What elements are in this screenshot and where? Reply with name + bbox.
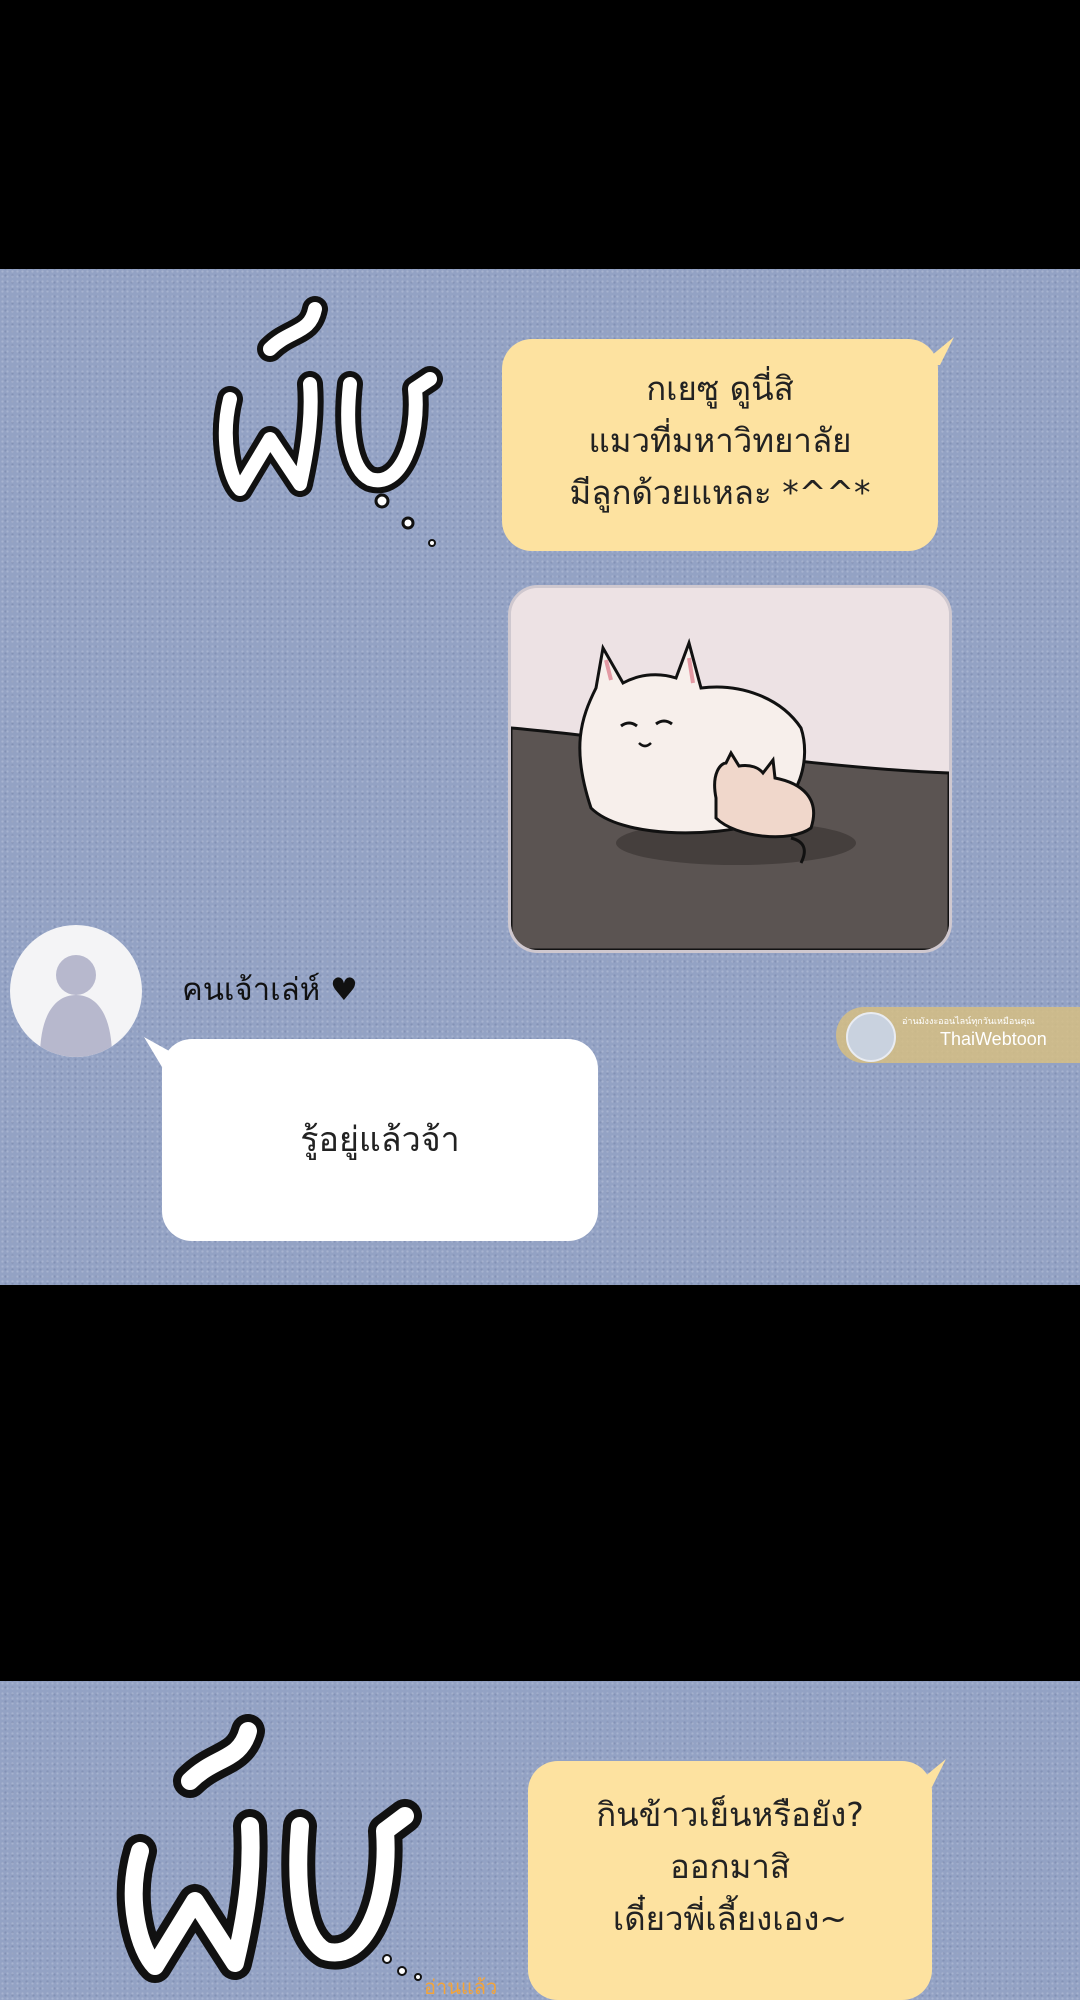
watermark-badge: อ่านมังงะออนไลน์ทุกวันเหมือนคุณ ThaiWebt… bbox=[836, 1007, 1080, 1063]
watermark-logo bbox=[846, 1012, 896, 1062]
message-line: ออกมาสิ bbox=[669, 1847, 791, 1886]
sfx-lettering bbox=[116, 1714, 422, 1983]
watermark-tagline: อ่านมังงะออนไลน์ทุกวันเหมือนคุณ bbox=[902, 1017, 1035, 1027]
message-line: แมวที่มหาวิทยาลัย bbox=[588, 421, 852, 460]
message-line: มีลูกด้วยแหละ *^^* bbox=[569, 473, 871, 512]
watermark-brand: ThaiWebtoon bbox=[940, 1029, 1047, 1049]
bubble-tail bbox=[144, 1037, 180, 1067]
message-text: รู้อยู่แล้วจ้า bbox=[300, 1120, 460, 1160]
user-silhouette-icon bbox=[40, 955, 112, 1057]
message-line: เดี๋ยวพี่เลี้ยงเอง~ bbox=[612, 1899, 848, 1938]
bubble-tail bbox=[920, 337, 954, 365]
message-line: กินข้าวเย็นหรือยัง? bbox=[596, 1795, 864, 1834]
outgoing-message-bubble: กินข้าวเย็นหรือยัง? ออกมาสิ เดี๋ยวพี่เลี… bbox=[528, 1761, 932, 2000]
chat-panel-1: กเยซู ดูนี่สิ แมวที่มหาวิทยาลัย มีลูกด้ว… bbox=[0, 269, 1080, 1285]
incoming-message-bubble: รู้อยู่แล้วจ้า bbox=[162, 1039, 598, 1241]
message-line: กเยซู ดูนี่สิ bbox=[646, 369, 794, 408]
outgoing-message-bubble: กเยซู ดูนี่สิ แมวที่มหาวิทยาลัย มีลูกด้ว… bbox=[502, 339, 938, 551]
bubble-tail bbox=[912, 1759, 946, 1787]
cat-illustration bbox=[511, 588, 949, 950]
photo-message[interactable] bbox=[508, 585, 952, 953]
sfx-lettering bbox=[212, 296, 443, 547]
avatar[interactable] bbox=[10, 925, 142, 1057]
chat-panel-2: กินข้าวเย็นหรือยัง? ออกมาสิ เดี๋ยวพี่เลี… bbox=[0, 1681, 1080, 2000]
read-receipt: อ่านแล้ว bbox=[424, 1975, 498, 1999]
sender-name: คนเจ้าเล่ห์ ♥ bbox=[182, 972, 358, 1008]
